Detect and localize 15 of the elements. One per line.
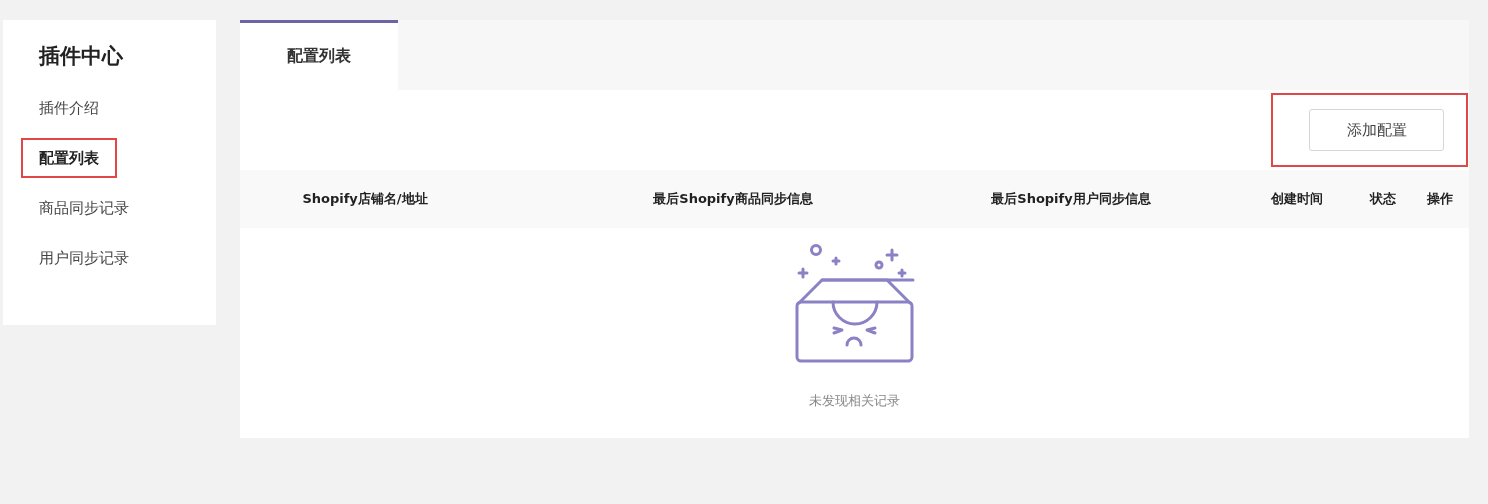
- sidebar-item[interactable]: 商品同步记录: [21, 188, 147, 228]
- tab[interactable]: 配置列表: [240, 20, 398, 90]
- add-config-button[interactable]: 添加配置: [1309, 109, 1444, 151]
- sidebar-title: 插件中心: [39, 43, 124, 70]
- column-header: Shopify店铺名/地址: [301, 190, 429, 208]
- column-header: 操作: [1426, 190, 1454, 208]
- sidebar-item[interactable]: 用户同步记录: [21, 238, 147, 278]
- sidebar-item[interactable]: 插件介绍: [21, 88, 117, 128]
- column-header: 最后Shopify用户同步信息: [990, 190, 1152, 208]
- column-header: 最后Shopify商品同步信息: [652, 190, 814, 208]
- sidebar-item[interactable]: 配置列表: [21, 138, 117, 178]
- empty-message: 未发现相关记录: [809, 392, 900, 410]
- column-header: 状态: [1368, 190, 1397, 208]
- empty-box-icon: [794, 244, 915, 366]
- column-header: 创建时间: [1270, 190, 1324, 208]
